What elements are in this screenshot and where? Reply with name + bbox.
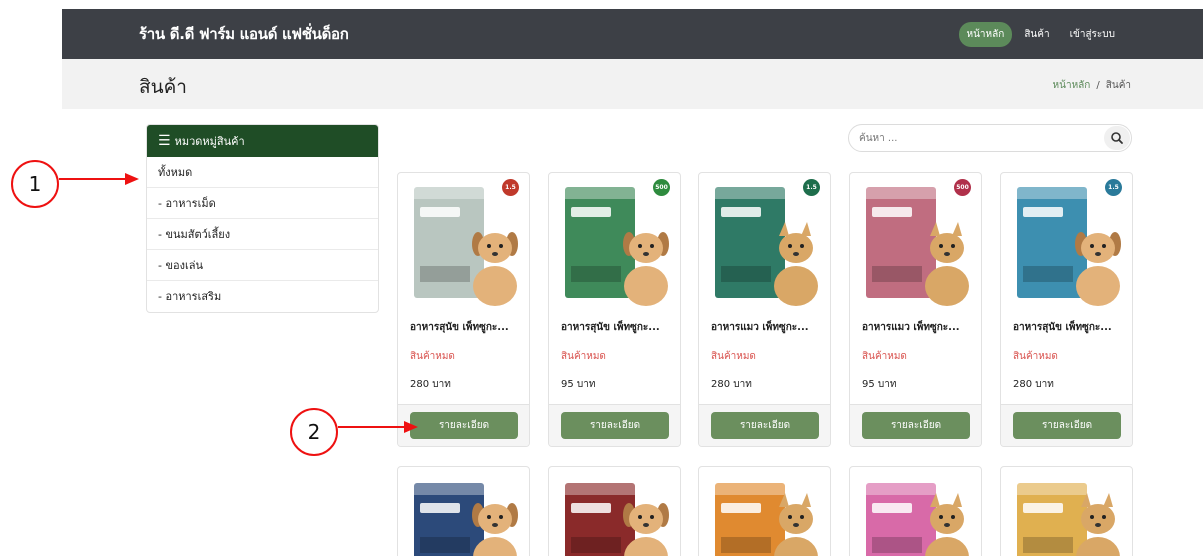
annotation-marker-2: 2 <box>290 408 338 456</box>
brand-name[interactable]: ร้าน ดี.ดี ฟาร์ม แอนด์ แฟชั่นด็อก <box>139 9 349 59</box>
sidebar-title: หมวดหมู่สินค้า <box>174 135 245 148</box>
product-price: 280 บาท <box>1013 379 1054 390</box>
sidebar-header: ☰ หมวดหมู่สินค้า <box>147 125 378 157</box>
menu-icon: ☰ <box>158 133 171 149</box>
top-navbar: ร้าน ดี.ดี ฟาร์ม แอนด์ แฟชั่นด็อก หน้าหล… <box>62 9 1203 59</box>
size-badge: 1.5 <box>1105 179 1122 196</box>
annotation-arrow-1 <box>59 173 139 185</box>
breadcrumb-current: สินค้า <box>1105 80 1131 91</box>
detail-button[interactable]: รายละเอียด <box>1013 412 1121 439</box>
search-box <box>848 124 1132 152</box>
sidebar-item-pet-snacks[interactable]: - ขนมสัตว์เลี้ยง <box>147 219 378 250</box>
product-image[interactable] <box>408 477 521 556</box>
search-icon <box>1111 132 1123 144</box>
product-image[interactable] <box>709 477 822 556</box>
stock-status: สินค้าหมด <box>410 351 455 362</box>
size-badge: 1.5 <box>502 179 519 196</box>
product-image[interactable] <box>860 181 973 306</box>
nav-link-login[interactable]: เข้าสู่ระบบ <box>1062 22 1123 47</box>
product-image[interactable] <box>1011 181 1124 306</box>
product-price: 280 บาท <box>410 379 451 390</box>
card-footer: รายละเอียด <box>1001 404 1132 446</box>
nav-link-products[interactable]: สินค้า <box>1016 22 1057 47</box>
product-card: 500 อาหารแมว เพ็ทซูกะ... สินค้าหมด 95 บา… <box>849 172 982 447</box>
size-badge: 500 <box>653 179 670 196</box>
product-name: อาหารสุนัข เพ็ทซูกะ... <box>1013 322 1112 333</box>
size-badge: 500 <box>954 179 971 196</box>
product-card <box>849 466 982 556</box>
product-card: 500 อาหารสุนัข เพ็ทซูกะ... สินค้าหมด 95 … <box>548 172 681 447</box>
product-name: อาหารสุนัข เพ็ทซูกะ... <box>410 322 509 333</box>
search-button[interactable] <box>1104 126 1130 150</box>
product-card: 1.5 อาหารสุนัข เพ็ทซูกะ... สินค้าหมด 280… <box>397 172 530 447</box>
product-card <box>548 466 681 556</box>
product-price: 280 บาท <box>711 379 752 390</box>
breadcrumb: หน้าหลัก / สินค้า <box>1053 59 1131 113</box>
page-title: สินค้า <box>139 76 187 98</box>
sidebar-item-dry-food[interactable]: - อาหารเม็ด <box>147 188 378 219</box>
card-footer: รายละเอียด <box>699 404 830 446</box>
stock-status: สินค้าหมด <box>561 351 606 362</box>
stock-status: สินค้าหมด <box>711 351 756 362</box>
product-image[interactable] <box>860 477 973 556</box>
sidebar-item-supplements[interactable]: - อาหารเสริม <box>147 281 378 312</box>
detail-button[interactable]: รายละเอียด <box>862 412 970 439</box>
nav-links: หน้าหลัก สินค้า เข้าสู่ระบบ <box>958 22 1124 47</box>
size-badge: 1.5 <box>803 179 820 196</box>
card-footer: รายละเอียด <box>549 404 680 446</box>
product-name: อาหารแมว เพ็ทซูกะ... <box>711 322 809 333</box>
stock-status: สินค้าหมด <box>862 351 907 362</box>
sidebar-item-all[interactable]: ทั้งหมด <box>147 157 378 188</box>
stock-status: สินค้าหมด <box>1013 351 1058 362</box>
product-card: 1.5 อาหารแมว เพ็ทซูกะ... สินค้าหมด 280 บ… <box>698 172 831 447</box>
search-input[interactable] <box>859 125 1089 151</box>
product-card <box>698 466 831 556</box>
page-header: สินค้า หน้าหลัก / สินค้า <box>62 59 1203 109</box>
category-sidebar: ☰ หมวดหมู่สินค้า ทั้งหมด - อาหารเม็ด - ขน… <box>146 124 379 313</box>
breadcrumb-home-link[interactable]: หน้าหลัก <box>1053 80 1091 91</box>
product-name: อาหารสุนัข เพ็ทซูกะ... <box>561 322 660 333</box>
detail-button[interactable]: รายละเอียด <box>711 412 819 439</box>
product-card <box>1000 466 1133 556</box>
product-card: 1.5 อาหารสุนัข เพ็ทซูกะ... สินค้าหมด 280… <box>1000 172 1133 447</box>
product-card <box>397 466 530 556</box>
sidebar-item-toys[interactable]: - ของเล่น <box>147 250 378 281</box>
nav-link-home[interactable]: หน้าหลัก <box>958 22 1013 47</box>
annotation-arrow-2 <box>338 421 418 433</box>
detail-button[interactable]: รายละเอียด <box>410 412 518 439</box>
product-image[interactable] <box>559 181 672 306</box>
product-image[interactable] <box>408 181 521 306</box>
product-image[interactable] <box>709 181 822 306</box>
breadcrumb-separator: / <box>1096 80 1100 91</box>
product-price: 95 บาท <box>862 379 897 390</box>
product-image[interactable] <box>559 477 672 556</box>
product-image[interactable] <box>1011 477 1124 556</box>
annotation-marker-1: 1 <box>11 160 59 208</box>
card-footer: รายละเอียด <box>850 404 981 446</box>
detail-button[interactable]: รายละเอียด <box>561 412 669 439</box>
product-price: 95 บาท <box>561 379 596 390</box>
product-name: อาหารแมว เพ็ทซูกะ... <box>862 322 960 333</box>
